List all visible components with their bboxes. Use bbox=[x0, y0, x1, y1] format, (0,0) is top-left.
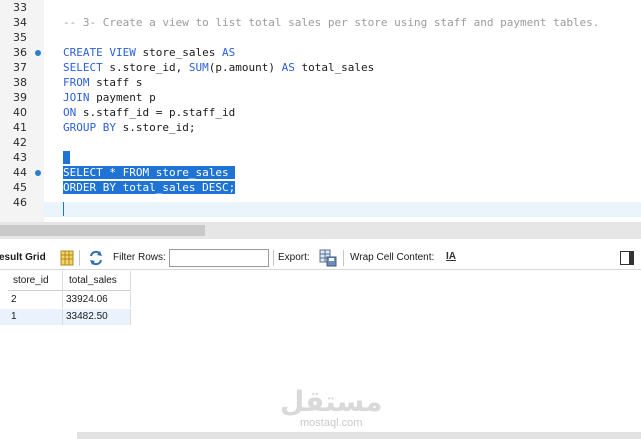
line-number: 45 bbox=[13, 181, 27, 194]
code-line[interactable]: 33 bbox=[0, 0, 641, 15]
code-text: JOIN payment p bbox=[63, 91, 156, 104]
code-text: CREATE VIEW store_sales AS bbox=[63, 46, 236, 59]
statement-marker-icon bbox=[35, 50, 41, 56]
line-number: 37 bbox=[13, 61, 27, 74]
toggle-panel-icon[interactable] bbox=[620, 250, 634, 269]
code-text: ORDER BY total_sales DESC; bbox=[63, 181, 236, 194]
code-line[interactable]: 35 bbox=[0, 30, 641, 45]
filter-rows-label: Filter Rows: bbox=[113, 252, 166, 263]
code-line[interactable]: 45 ORDER BY total_sales DESC; bbox=[0, 180, 641, 195]
code-line[interactable]: 44 SELECT * FROM store_sales bbox=[0, 165, 641, 180]
watermark-logo: مستقل bbox=[280, 385, 383, 418]
code-text: ON s.staff_id = p.staff_id bbox=[63, 106, 236, 119]
line-number: 44 bbox=[13, 166, 27, 179]
line-number: 35 bbox=[13, 31, 27, 44]
line-number: 43 bbox=[13, 151, 27, 164]
grid-view-icon[interactable] bbox=[60, 250, 74, 270]
export-label: Export: bbox=[278, 252, 310, 263]
code-text: FROM staff s bbox=[63, 76, 143, 89]
watermark: مستقل mostaql.com bbox=[280, 385, 383, 430]
line-number: 39 bbox=[13, 91, 27, 104]
sql-editor[interactable]: 33 34 -- 3- Create a view to list total sa… bbox=[0, 0, 641, 222]
code-line[interactable]: 40 ON s.staff_id = p.staff_id bbox=[0, 105, 641, 120]
code-line[interactable]: 38 FROM staff s bbox=[0, 75, 641, 90]
code-line[interactable]: 46 bbox=[0, 195, 641, 210]
code-line[interactable]: 39 JOIN payment p bbox=[0, 90, 641, 105]
code-text: GROUP BY s.store_id; bbox=[63, 121, 196, 134]
code-text: SELECT * FROM store_sales bbox=[63, 166, 236, 179]
result-grid-tab[interactable]: esult Grid bbox=[0, 252, 46, 264]
cell-store-id[interactable]: 1 bbox=[8, 309, 63, 325]
wrap-cell-content-toggle[interactable]: IA bbox=[446, 251, 456, 263]
column-header-total-sales[interactable]: total_sales bbox=[63, 271, 131, 291]
table-row[interactable]: 2 33924.06 bbox=[0, 292, 131, 308]
code-line[interactable]: 42 bbox=[0, 135, 641, 150]
export-icon[interactable] bbox=[319, 249, 337, 271]
refresh-icon[interactable] bbox=[88, 250, 104, 270]
wrap-cell-content-label: Wrap Cell Content: bbox=[350, 252, 435, 263]
code-line[interactable]: 43 bbox=[0, 150, 641, 165]
text-caret bbox=[63, 202, 64, 216]
toolbar-separator bbox=[79, 250, 80, 266]
line-number: 41 bbox=[13, 121, 27, 134]
line-number: 33 bbox=[13, 1, 27, 14]
editor-horizontal-scrollbar[interactable] bbox=[0, 222, 641, 239]
line-number: 46 bbox=[13, 196, 27, 209]
code-text: -- 3- Create a view to list total sales … bbox=[63, 16, 600, 29]
watermark-url: mostaql.com bbox=[300, 417, 363, 429]
table-row[interactable]: 1 33482.50 bbox=[0, 309, 131, 325]
toolbar-separator bbox=[273, 250, 274, 266]
cell-store-id[interactable]: 2 bbox=[8, 292, 63, 308]
result-toolbar: esult Grid Filter Rows: Export: Wrap Cel… bbox=[0, 246, 641, 270]
statement-marker-icon bbox=[35, 170, 41, 176]
cell-total-sales[interactable]: 33924.06 bbox=[63, 292, 131, 308]
code-line[interactable]: 36 CREATE VIEW store_sales AS bbox=[0, 45, 641, 60]
code-text: SELECT s.store_id, SUM(p.amount) AS tota… bbox=[63, 61, 375, 74]
line-number: 40 bbox=[13, 106, 27, 119]
code-line[interactable]: 41 GROUP BY s.store_id; bbox=[0, 120, 641, 135]
column-header-store-id[interactable]: store_id bbox=[8, 271, 63, 291]
bottom-scrollbar[interactable] bbox=[77, 432, 641, 439]
cell-total-sales[interactable]: 33482.50 bbox=[63, 309, 131, 325]
grid-header-row: store_id total_sales bbox=[0, 271, 131, 291]
code-line[interactable]: 37 SELECT s.store_id, SUM(p.amount) AS to… bbox=[0, 60, 641, 75]
line-number: 42 bbox=[13, 136, 27, 149]
line-number: 36 bbox=[13, 46, 27, 59]
line-number: 34 bbox=[13, 16, 27, 29]
scrollbar-thumb[interactable] bbox=[0, 225, 205, 236]
code-line[interactable]: 34 -- 3- Create a view to list total sale… bbox=[0, 15, 641, 30]
code-text bbox=[63, 150, 70, 165]
toolbar-separator bbox=[343, 250, 344, 266]
line-number: 38 bbox=[13, 76, 27, 89]
filter-rows-input[interactable] bbox=[169, 249, 269, 267]
